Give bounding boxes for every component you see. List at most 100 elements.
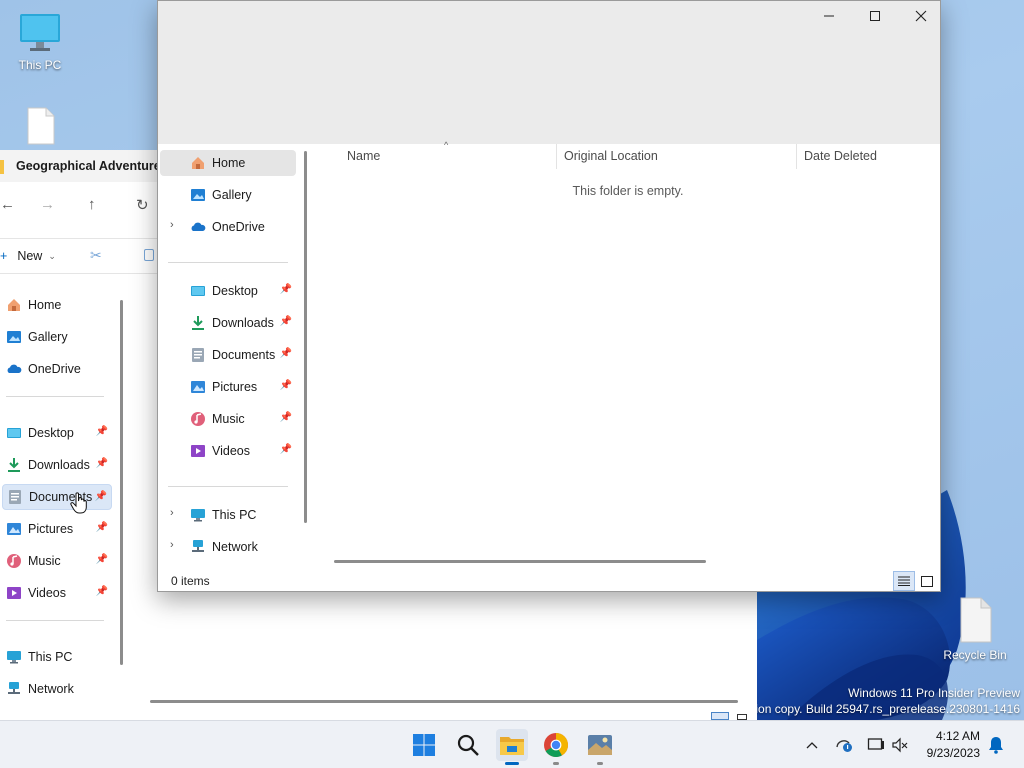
desktop-icon	[190, 283, 206, 299]
sidebar-item-label: Documents	[212, 348, 276, 362]
column-header-original-location[interactable]: Original Location	[564, 144, 784, 169]
sidebar-item-downloads[interactable]: Downloads 📌	[6, 452, 112, 478]
taskbar-photos[interactable]	[584, 729, 616, 765]
pin-icon: 📌	[279, 444, 292, 455]
chevron-right-icon[interactable]: ›	[170, 507, 174, 519]
sidebar-item-label: Videos	[212, 444, 250, 458]
sidebar-item-desktop[interactable]: Desktop 📌	[160, 278, 296, 304]
sidebar-item-onedrive[interactable]: › OneDrive	[160, 214, 296, 240]
pin-icon: 📌	[279, 348, 292, 359]
sidebar-item-gallery[interactable]: Gallery	[160, 182, 296, 208]
sidebar-item-label: Network	[28, 682, 74, 696]
desktop-icon	[6, 425, 22, 441]
tiles-view-button[interactable]	[916, 571, 938, 591]
new-button[interactable]: + New ⌄	[0, 249, 56, 263]
videos-icon	[190, 443, 206, 459]
taskbar-chrome[interactable]	[540, 729, 572, 765]
item-count: 0 items	[171, 574, 210, 588]
tiles-view-icon	[921, 575, 933, 587]
sidebar-item-label: Pictures	[28, 522, 74, 536]
search-icon	[457, 734, 479, 756]
column-divider	[556, 144, 557, 169]
back-arrow-icon[interactable]: ←	[0, 196, 15, 213]
sidebar-item-pictures[interactable]: Pictures 📌	[160, 374, 296, 400]
navigation-bar: ← → ↑ ↻	[0, 190, 157, 220]
details-view-button[interactable]	[711, 712, 729, 720]
sidebar-item-label: Desktop	[212, 284, 258, 298]
system-clock[interactable]: 4:12 AM 9/23/2023	[927, 728, 980, 762]
desktop-icon-recycle-bin[interactable]: Recycle Bin	[935, 596, 1015, 662]
sidebar-item-network[interactable]: › Network	[160, 534, 296, 560]
sidebar-item-label: Music	[212, 412, 245, 426]
details-view-button[interactable]	[893, 571, 915, 591]
pin-icon: 📌	[279, 380, 292, 391]
desktop-icon-this-pc[interactable]: This PC	[0, 10, 80, 72]
sidebar-item-gallery[interactable]: Gallery	[6, 324, 112, 350]
start-button[interactable]	[408, 729, 440, 761]
sidebar-item-label: Downloads	[212, 316, 274, 330]
navigation-pane-scrollbar[interactable]	[120, 300, 123, 665]
sidebar-item-videos[interactable]: Videos 📌	[160, 438, 296, 464]
sidebar-item-network[interactable]: Network	[6, 676, 112, 702]
sidebar-item-music[interactable]: Music 📌	[6, 548, 112, 574]
sidebar-item-downloads[interactable]: Downloads 📌	[160, 310, 296, 336]
sidebar-item-this-pc[interactable]: This PC	[6, 644, 112, 670]
search-button[interactable]	[452, 729, 484, 761]
hand-cursor-icon	[70, 492, 88, 517]
copy-icon[interactable]	[144, 249, 154, 261]
title-bar	[158, 1, 940, 144]
running-indicator	[553, 762, 559, 765]
sidebar-item-desktop[interactable]: Desktop 📌	[6, 420, 112, 446]
column-header-name[interactable]: Name	[347, 144, 547, 169]
minimize-button[interactable]	[806, 1, 852, 31]
pin-icon: 📌	[95, 554, 108, 565]
show-hidden-icons-chevron-up-icon[interactable]	[802, 735, 822, 755]
this-pc-icon	[190, 507, 206, 523]
sidebar-item-documents[interactable]: Documents 📌	[2, 484, 112, 510]
volume-muted-icon[interactable]	[890, 735, 910, 755]
notification-bell-icon[interactable]	[986, 735, 1006, 755]
status-bar: 0 items	[158, 569, 940, 591]
desktop-icon-label: Recycle Bin	[943, 648, 1007, 662]
cut-icon[interactable]: ✂	[90, 247, 102, 264]
sidebar-item-documents[interactable]: Documents 📌	[160, 342, 296, 368]
display-icon[interactable]	[866, 735, 886, 755]
forward-arrow-icon[interactable]: →	[40, 196, 55, 213]
downloads-icon	[190, 315, 206, 331]
photos-icon	[588, 735, 612, 755]
recycle-bin-window[interactable]: Home Gallery › OneDrive Desktop 📌 Downlo…	[157, 0, 941, 592]
content-horizontal-scrollbar[interactable]	[334, 560, 706, 563]
pin-icon: 📌	[95, 522, 108, 533]
sidebar-item-pictures[interactable]: Pictures 📌	[6, 516, 112, 542]
this-pc-icon	[18, 10, 62, 54]
column-header-date-deleted[interactable]: Date Deleted	[804, 144, 934, 169]
sidebar-item-home[interactable]: Home	[6, 292, 112, 318]
pictures-icon	[190, 379, 206, 395]
sidebar-item-this-pc[interactable]: › This PC	[160, 502, 296, 528]
desktop-icon-file[interactable]	[0, 106, 80, 150]
sidebar-item-label: Gallery	[28, 330, 68, 344]
close-button[interactable]	[898, 1, 940, 31]
network-icon	[190, 539, 206, 555]
network-status-icon[interactable]	[834, 735, 854, 755]
taskbar-file-explorer[interactable]	[496, 729, 528, 765]
chevron-right-icon[interactable]: ›	[170, 539, 174, 551]
refresh-icon[interactable]: ↻	[136, 196, 149, 214]
sidebar-item-home[interactable]: Home	[160, 150, 296, 176]
tab-geographical-adventures[interactable]: Geographical Adventures	[0, 150, 157, 182]
navigation-pane-scrollbar[interactable]	[304, 151, 307, 523]
maximize-button[interactable]	[852, 1, 898, 31]
sidebar-item-onedrive[interactable]: OneDrive	[6, 356, 112, 382]
up-arrow-icon[interactable]: ↑	[88, 196, 96, 213]
content-horizontal-scrollbar[interactable]	[150, 700, 738, 703]
pin-icon: 📌	[279, 316, 292, 327]
sidebar-item-videos[interactable]: Videos 📌	[6, 580, 112, 606]
divider	[6, 620, 104, 621]
sidebar-item-music[interactable]: Music 📌	[160, 406, 296, 432]
pin-icon: 📌	[95, 586, 108, 597]
sidebar-item-label: Downloads	[28, 458, 90, 472]
chevron-right-icon[interactable]: ›	[170, 219, 174, 231]
network-icon	[6, 681, 22, 697]
navigation-pane: Home Gallery › OneDrive Desktop 📌 Downlo…	[158, 144, 306, 569]
clock-time: 4:12 AM	[935, 729, 980, 743]
